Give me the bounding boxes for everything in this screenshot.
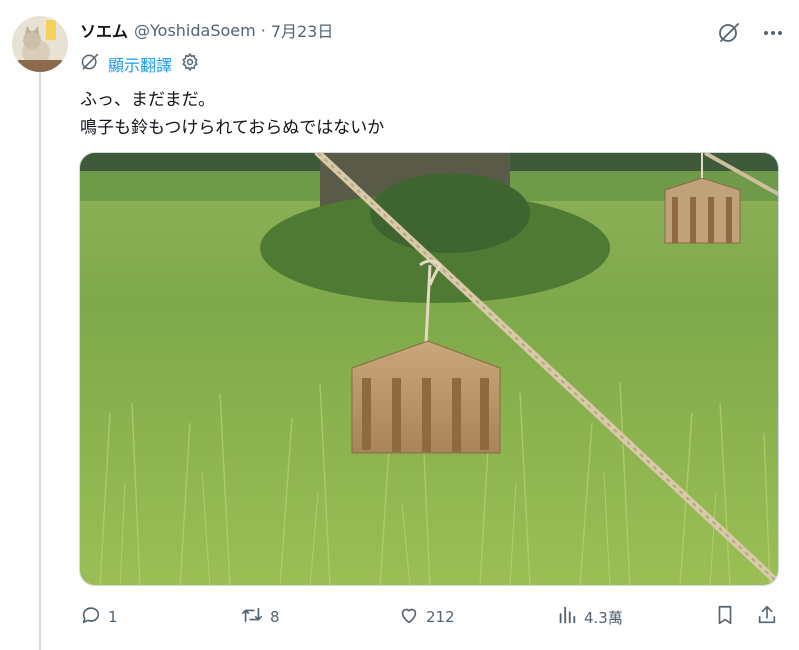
bookmark-icon <box>714 604 736 630</box>
share-icon <box>756 604 778 630</box>
views-icon <box>556 604 578 630</box>
user-handle[interactable]: @YoshidaSoem <box>134 21 256 40</box>
translate-link[interactable]: 顯示翻譯 <box>108 52 172 76</box>
gear-icon[interactable] <box>180 52 200 76</box>
post-date[interactable]: 7月23日 <box>271 18 334 42</box>
reply-button[interactable]: 1 <box>80 604 118 630</box>
more-icon[interactable] <box>760 20 786 46</box>
tweet-header: ソエム @YoshidaSoem · 7月23日 <box>80 18 333 42</box>
views-button[interactable]: 4.3萬 <box>556 604 623 630</box>
display-name[interactable]: ソエム <box>80 18 128 42</box>
action-bar: 1 8 212 4.3萬 <box>80 604 780 632</box>
bookmark-button[interactable] <box>714 604 736 630</box>
grok-icon[interactable] <box>716 20 742 46</box>
media-photo[interactable] <box>79 152 779 586</box>
reply-icon <box>80 604 102 630</box>
share-button[interactable] <box>756 604 778 630</box>
retweet-count: 8 <box>270 608 280 626</box>
tweet-text-line: ふっ、まだまだ。 <box>80 90 216 110</box>
retweet-icon <box>240 604 264 630</box>
tweet-text-line: 鳴子も鈴もつけられておらぬではないか <box>80 118 385 138</box>
thread-line <box>39 70 41 650</box>
naruko-rice-field-photo <box>80 153 778 585</box>
avatar-image <box>12 16 68 72</box>
tweet-text: ふっ、まだまだ。 鳴子も鈴もつけられておらぬではないか <box>80 86 384 142</box>
separator-dot: · <box>260 20 266 40</box>
like-count: 212 <box>426 608 455 626</box>
translate-row: 顯示翻譯 <box>80 52 200 76</box>
grok-icon[interactable] <box>80 52 100 76</box>
views-count: 4.3萬 <box>584 608 623 627</box>
top-actions <box>716 20 786 46</box>
retweet-button[interactable]: 8 <box>240 604 280 630</box>
avatar[interactable] <box>12 16 68 72</box>
like-button[interactable]: 212 <box>398 604 455 630</box>
reply-count: 1 <box>108 608 118 626</box>
like-icon <box>398 604 420 630</box>
